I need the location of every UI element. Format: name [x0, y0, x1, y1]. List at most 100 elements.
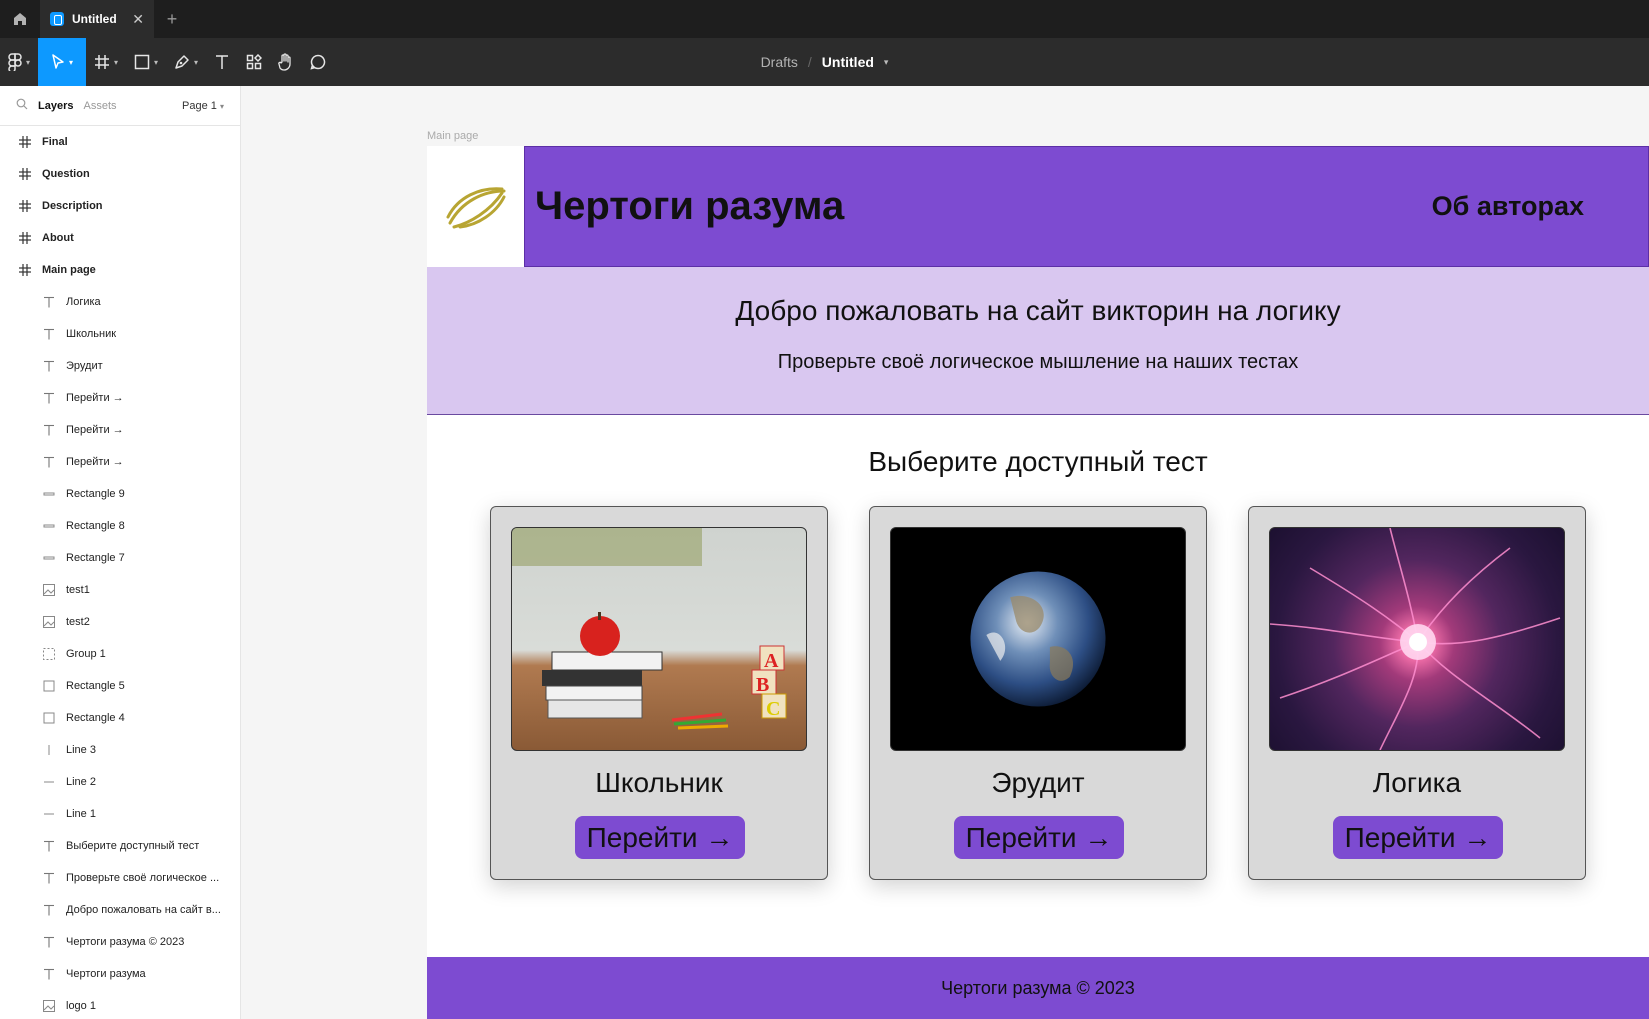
close-tab-icon[interactable]: ✕	[132, 11, 144, 28]
layer-label: Перейти →	[66, 392, 124, 404]
layer-item[interactable]: test2	[0, 606, 240, 638]
choose-test-heading: Выберите доступный тест	[868, 446, 1208, 477]
layer-item[interactable]: Школьник	[0, 318, 240, 350]
svg-text:A: A	[764, 650, 779, 672]
svg-text:C: C	[766, 698, 780, 720]
breadcrumb-separator: /	[807, 54, 812, 70]
layer-label: Description	[42, 200, 103, 212]
breadcrumb-file-name[interactable]: Untitled	[822, 54, 874, 70]
layer-item[interactable]: logo 1	[0, 990, 240, 1019]
layer-label: Логика	[66, 296, 101, 308]
rectangle-layer-icon	[42, 680, 56, 692]
go-button[interactable]: Перейти →	[1333, 816, 1503, 859]
layer-item[interactable]: Group 1	[0, 638, 240, 670]
layer-frame-item[interactable]: Main page	[0, 254, 240, 286]
pen-tool-button[interactable]: ▾	[166, 38, 206, 86]
earth-image	[890, 527, 1186, 751]
layer-item[interactable]: test1	[0, 574, 240, 606]
frame-icon	[18, 200, 32, 212]
layer-item[interactable]: Rectangle 7	[0, 542, 240, 574]
nav-about-authors[interactable]: Об авторах	[1432, 191, 1584, 222]
page-selector[interactable]: Page 1 ▾	[182, 100, 224, 112]
main-page-frame[interactable]: Чертоги разума Об авторах Добро пожалова…	[427, 146, 1649, 1019]
chevron-down-icon: ▾	[114, 57, 119, 67]
text-tool-button[interactable]	[206, 38, 238, 86]
layer-item[interactable]: Rectangle 9	[0, 478, 240, 510]
frame-icon	[18, 264, 32, 276]
go-button[interactable]: Перейти →	[954, 816, 1124, 859]
new-tab-button[interactable]: +	[154, 0, 190, 38]
layer-label: Чертоги разума	[66, 968, 146, 980]
search-icon[interactable]	[16, 98, 28, 113]
layer-item[interactable]: Line 3	[0, 734, 240, 766]
text-layer-icon	[42, 904, 56, 916]
layer-item[interactable]: Перейти →	[0, 382, 240, 414]
layer-item[interactable]: Line 1	[0, 798, 240, 830]
card-title: Эрудит	[991, 767, 1085, 798]
test-card-logic[interactable]: Логика Перейти →	[1248, 506, 1586, 880]
hero-subtitle: Проверьте своё логическое мышление на на…	[777, 351, 1299, 373]
layer-item[interactable]: Rectangle 4	[0, 702, 240, 734]
hero-title: Добро пожаловать на сайт викторин на лог…	[735, 295, 1341, 326]
main-page-children-list: Логика Школьник Эрудит Перейти → Перейти → Пе…	[0, 286, 240, 1019]
move-tool-button[interactable]: ▾	[38, 38, 87, 86]
test-card-school[interactable]: A B C Школьник Перейти →	[490, 506, 828, 880]
test-card-erudite[interactable]: Эрудит Перейти →	[869, 506, 1207, 880]
layer-item[interactable]: Перейти →	[0, 446, 240, 478]
resources-button[interactable]	[238, 38, 270, 86]
layer-item[interactable]: Эрудит	[0, 350, 240, 382]
layer-item[interactable]: Чертоги разума © 2023	[0, 926, 240, 958]
layer-label: Line 2	[66, 776, 96, 788]
layer-item[interactable]: Rectangle 8	[0, 510, 240, 542]
text-layer-icon	[42, 392, 56, 404]
file-tab[interactable]: Untitled ✕	[40, 0, 154, 38]
text-layer-icon	[42, 296, 56, 308]
rectangle-layer-icon	[42, 488, 56, 500]
layer-item[interactable]: Rectangle 5	[0, 670, 240, 702]
layers-panel-header: Layers Assets Page 1 ▾	[0, 86, 240, 126]
rectangle-tool-icon	[134, 54, 150, 70]
breadcrumb-drafts[interactable]: Drafts	[761, 54, 798, 70]
layer-label: logo 1	[66, 1000, 96, 1012]
layer-label: Перейти →	[66, 424, 124, 436]
layer-label: Rectangle 8	[66, 520, 125, 532]
layer-label: test2	[66, 616, 90, 628]
site-footer: Чертоги разума © 2023	[427, 957, 1649, 1019]
text-layer-icon	[42, 968, 56, 980]
layer-label: Школьник	[66, 328, 117, 340]
hand-tool-button[interactable]	[270, 38, 302, 86]
site-header: Чертоги разума Об авторах	[427, 146, 1649, 267]
logo-icon	[446, 186, 505, 228]
layer-label: Rectangle 7	[66, 552, 125, 564]
layer-frame-item[interactable]: Question	[0, 158, 240, 190]
layer-frame-item[interactable]: Final	[0, 126, 240, 158]
rectangle-layer-icon	[42, 520, 56, 532]
canvas[interactable]: Main page Чертоги разума Об авторах Добр…	[242, 86, 1649, 1019]
tab-layers[interactable]: Layers	[38, 100, 73, 112]
shape-tool-button[interactable]: ▾	[126, 38, 166, 86]
layer-frame-item[interactable]: About	[0, 222, 240, 254]
layer-item[interactable]: Чертоги разума	[0, 958, 240, 990]
frame-label[interactable]: Main page	[427, 130, 478, 142]
layer-item[interactable]: Логика	[0, 286, 240, 318]
layer-item[interactable]: Проверьте своё логическое ...	[0, 862, 240, 894]
home-button[interactable]	[0, 0, 40, 38]
layer-label: About	[42, 232, 74, 244]
layer-label: Чертоги разума © 2023	[66, 936, 185, 948]
layer-item[interactable]: Выберите доступный тест	[0, 830, 240, 862]
hand-tool-icon	[278, 53, 291, 71]
chevron-down-icon[interactable]: ▾	[884, 57, 889, 68]
layer-frame-item[interactable]: Description	[0, 190, 240, 222]
layer-label: Rectangle 9	[66, 488, 125, 500]
layer-item[interactable]: Line 2	[0, 766, 240, 798]
chevron-down-icon: ▾	[194, 57, 199, 67]
tab-assets[interactable]: Assets	[83, 100, 116, 112]
line-layer-icon	[42, 776, 56, 788]
layer-item[interactable]: Перейти →	[0, 414, 240, 446]
layer-item[interactable]: Добро пожаловать на сайт в...	[0, 894, 240, 926]
comment-tool-button[interactable]	[302, 38, 334, 86]
go-button[interactable]: Перейти →	[575, 816, 745, 859]
title-bar: Untitled ✕ +	[0, 0, 1649, 38]
frame-tool-button[interactable]: ▾	[86, 38, 126, 86]
main-menu-button[interactable]: ▾	[0, 38, 38, 86]
